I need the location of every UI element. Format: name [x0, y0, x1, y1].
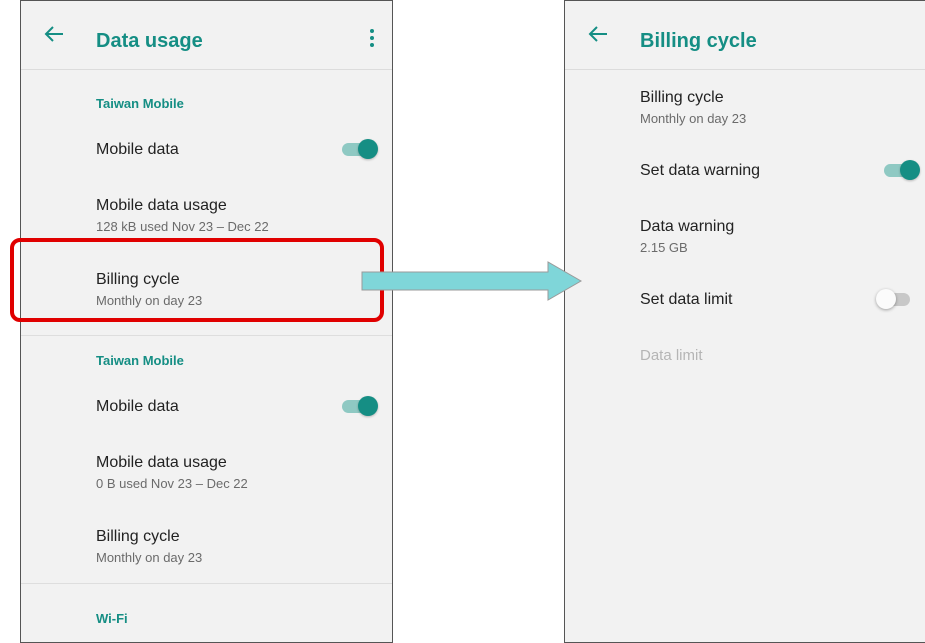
- wifi-section-header: Wi-Fi: [96, 611, 128, 626]
- set-data-warning-label[interactable]: Set data warning: [640, 162, 760, 180]
- billing-cycle-title[interactable]: Billing cycle: [96, 528, 180, 546]
- divider: [21, 583, 392, 584]
- app-bar: Data usage: [21, 1, 392, 70]
- data-limit-label: Data limit: [640, 347, 703, 364]
- more-vert-icon[interactable]: [366, 25, 378, 51]
- page-title: Billing cycle: [640, 30, 757, 52]
- back-arrow-icon[interactable]: [39, 19, 69, 49]
- data-warning-title[interactable]: Data warning: [640, 218, 734, 236]
- mobile-data-label[interactable]: Mobile data: [96, 141, 179, 159]
- app-bar: Billing cycle: [565, 1, 925, 70]
- mobile-data-toggle[interactable]: [340, 138, 380, 160]
- billing-cycle-summary: Monthly on day 23: [96, 550, 203, 565]
- mobile-data-usage-summary: 128 kB used Nov 23 – Dec 22: [96, 219, 269, 234]
- set-data-warning-toggle[interactable]: [882, 159, 922, 181]
- back-arrow-icon[interactable]: [583, 19, 613, 49]
- data-warning-value: 2.15 GB: [640, 240, 688, 255]
- highlight-box: [10, 238, 384, 322]
- billing-cycle-summary: Monthly on day 23: [640, 111, 747, 126]
- billing-cycle-title[interactable]: Billing cycle: [640, 89, 724, 107]
- sim-section-header: Taiwan Mobile: [96, 96, 184, 111]
- mobile-data-toggle[interactable]: [340, 395, 380, 417]
- mobile-data-label[interactable]: Mobile data: [96, 398, 179, 416]
- set-data-limit-label[interactable]: Set data limit: [640, 291, 732, 309]
- mobile-data-usage-summary: 0 B used Nov 23 – Dec 22: [96, 476, 248, 491]
- divider: [21, 335, 392, 336]
- callout-arrow-icon: [361, 261, 583, 301]
- set-data-limit-toggle[interactable]: [876, 288, 916, 310]
- mobile-data-usage-title[interactable]: Mobile data usage: [96, 454, 227, 472]
- billing-cycle-screen: Billing cycle Billing cycle Monthly on d…: [564, 0, 925, 643]
- sim-section-header: Taiwan Mobile: [96, 353, 184, 368]
- mobile-data-usage-title[interactable]: Mobile data usage: [96, 197, 227, 215]
- page-title: Data usage: [96, 30, 203, 52]
